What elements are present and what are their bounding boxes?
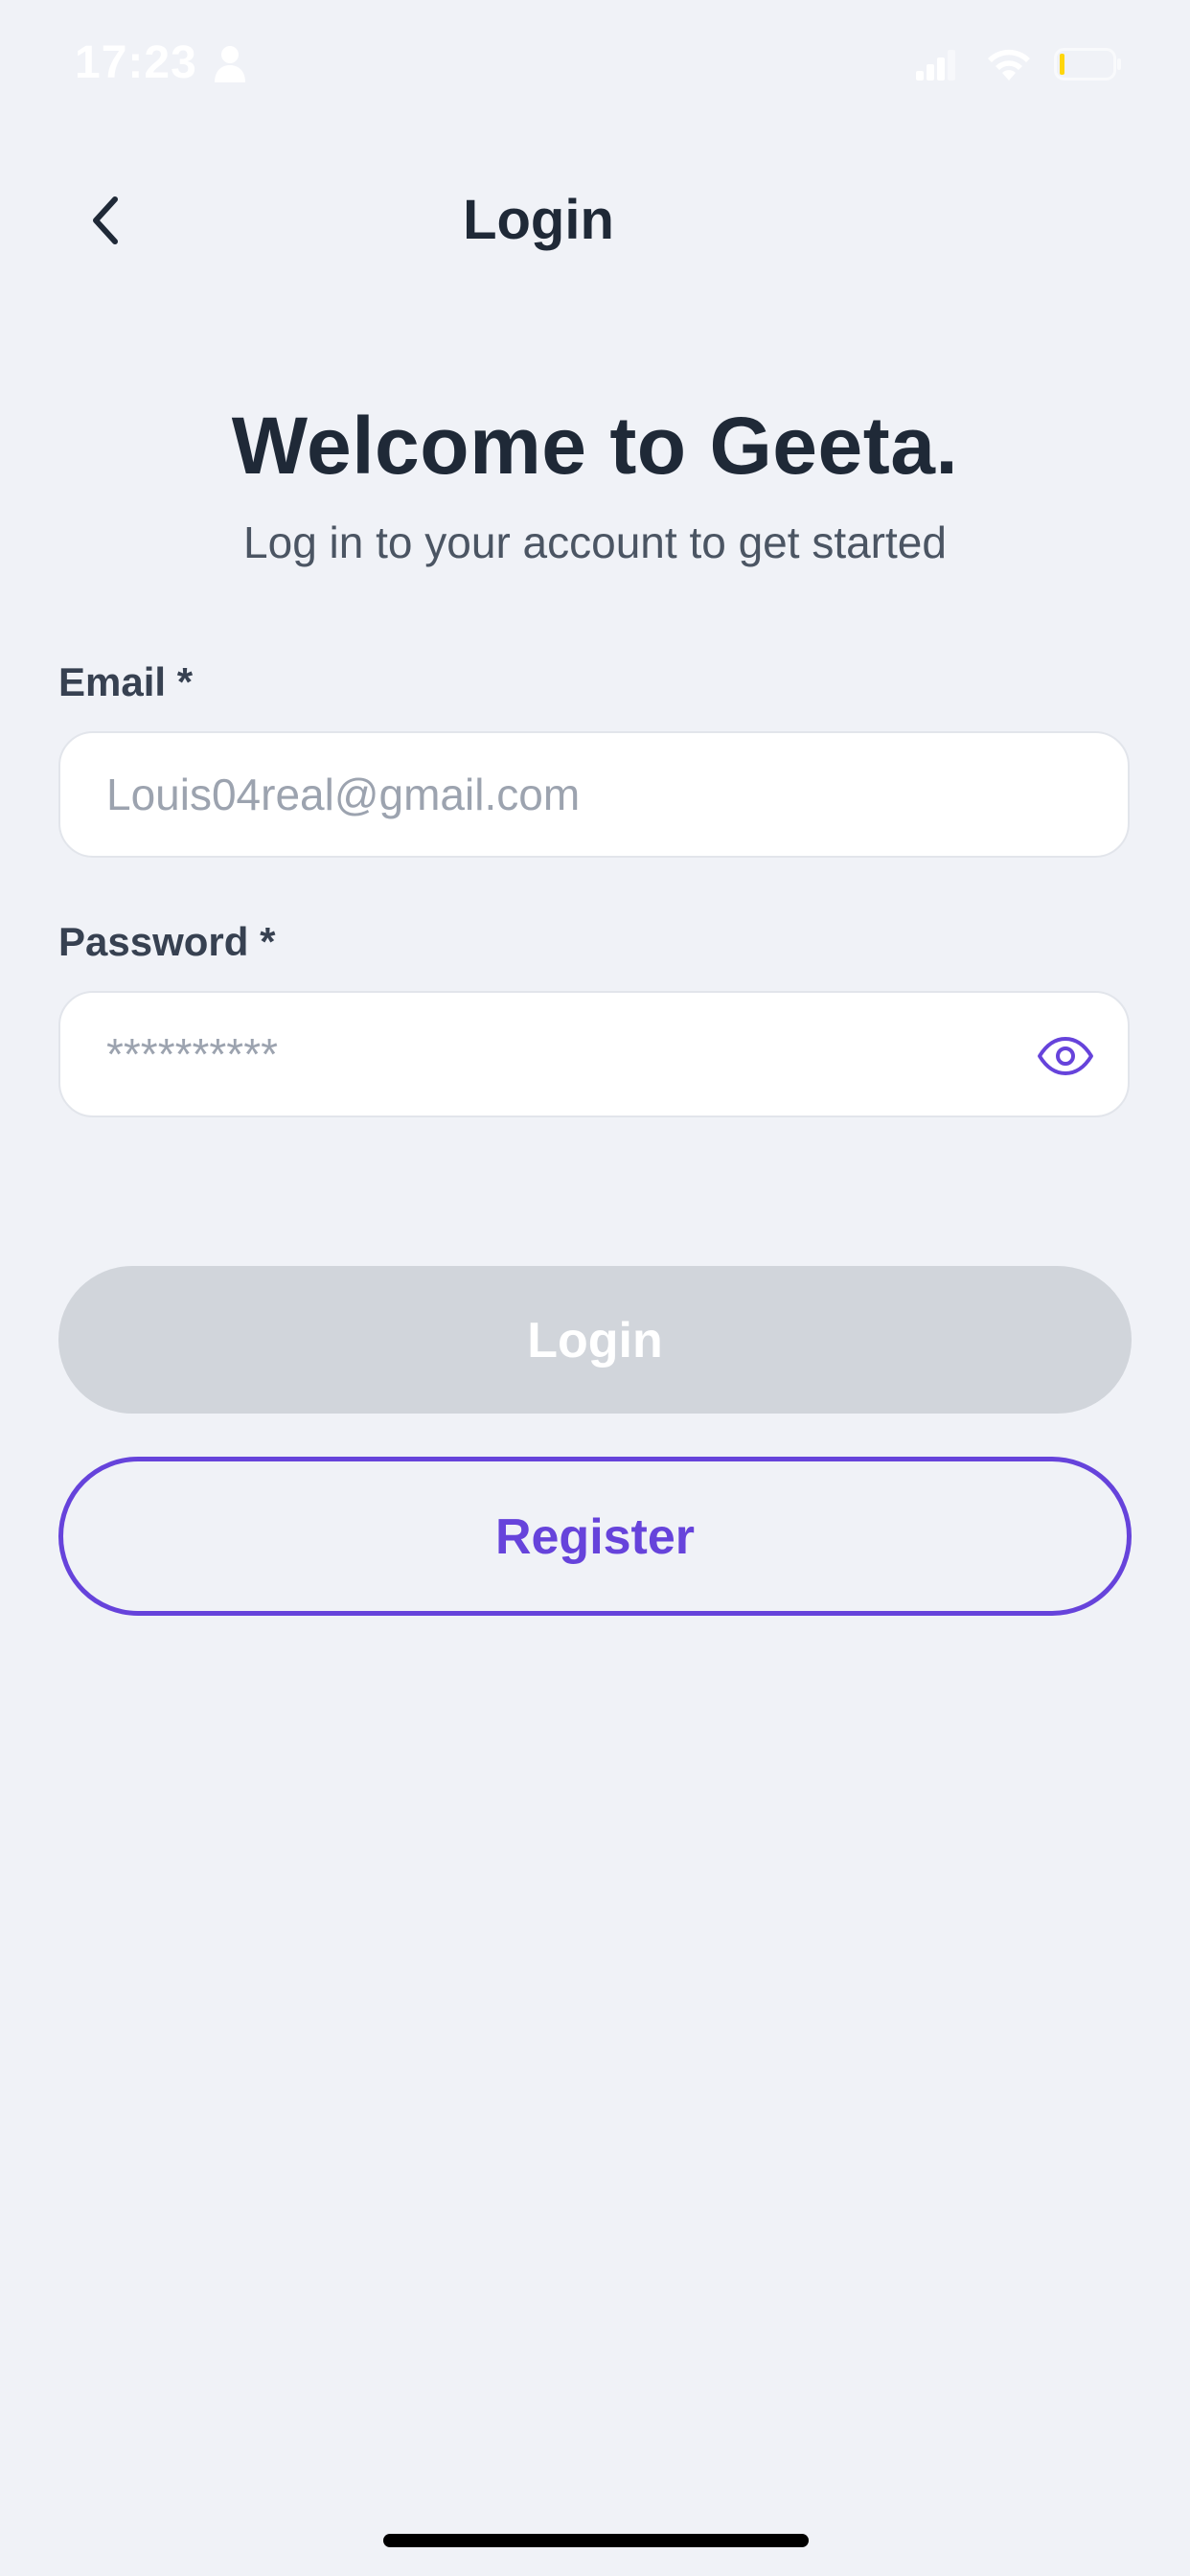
password-field[interactable] bbox=[106, 993, 1020, 1116]
battery-icon bbox=[1054, 48, 1121, 80]
password-label: Password * bbox=[58, 919, 276, 964]
password-field-container bbox=[58, 991, 1130, 1117]
email-field-container bbox=[58, 731, 1130, 858]
login-screen: 17:23 Login Welcome to Geeta. Log in to … bbox=[0, 0, 1190, 2576]
eye-icon[interactable] bbox=[1036, 1027, 1095, 1085]
status-time: 17:23 bbox=[75, 37, 197, 88]
email-field[interactable] bbox=[106, 733, 1020, 856]
wifi-icon bbox=[988, 49, 1030, 80]
person-icon bbox=[215, 46, 245, 82]
cellular-signal-icon bbox=[916, 50, 955, 80]
welcome-subtitle: Log in to your account to get started bbox=[243, 518, 947, 567]
login-button[interactable]: Login bbox=[58, 1266, 1132, 1414]
email-label: Email * bbox=[58, 659, 194, 704]
welcome-title: Welcome to Geeta. bbox=[231, 401, 959, 491]
chevron-left-icon bbox=[93, 196, 118, 244]
page-title: Login bbox=[463, 189, 614, 251]
register-button[interactable]: Register bbox=[58, 1457, 1132, 1616]
status-bar: 17:23 bbox=[0, 0, 1190, 134]
back-button[interactable] bbox=[67, 182, 144, 259]
home-indicator[interactable] bbox=[383, 2534, 809, 2547]
